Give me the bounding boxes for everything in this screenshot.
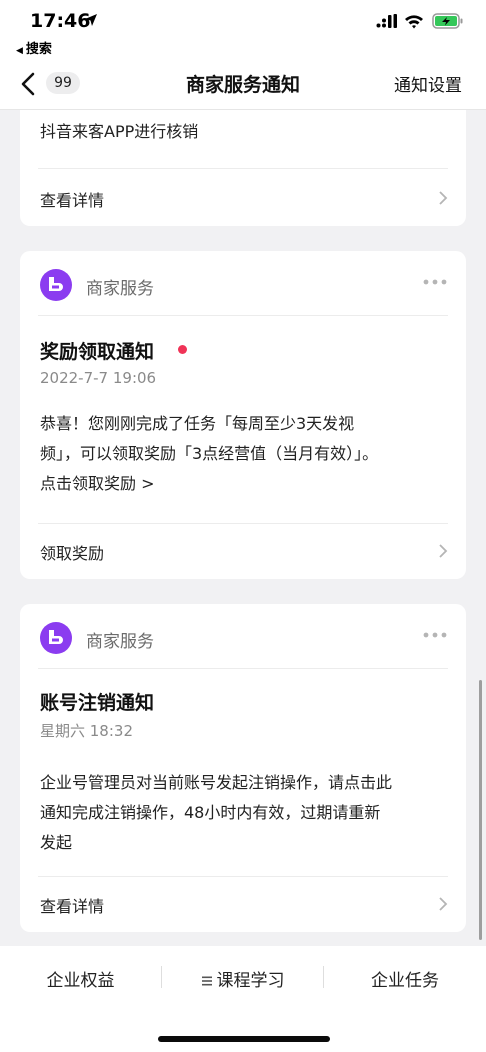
status-time: 17:46 xyxy=(30,10,91,32)
back-to-app-link[interactable]: ◀ 搜索 xyxy=(16,38,52,57)
chevron-right-icon xyxy=(439,191,448,205)
notice-title: 账号注销通知 xyxy=(40,692,155,714)
merchant-logo-icon xyxy=(49,630,63,644)
cellular-signal-icon xyxy=(376,14,397,28)
message-card[interactable]: 商家服务 账号注销通知 星期六 18:32 企业号管理员对当前账号发起注销操作，… xyxy=(20,604,466,932)
location-arrow-icon xyxy=(85,14,97,26)
claim-reward-link[interactable]: 点击领取奖励 > xyxy=(40,469,450,499)
more-options-icon[interactable] xyxy=(422,277,448,287)
tab-course-learning[interactable]: 课程学习 xyxy=(162,966,323,994)
status-bar: 17:46 ◀ 搜索 xyxy=(0,0,486,58)
sender-name: 商家服务 xyxy=(86,279,154,299)
chevron-right-icon xyxy=(439,897,448,911)
message-body: 抖音来客APP进行核销 xyxy=(40,122,199,141)
menu-lines-icon xyxy=(201,976,212,986)
merchant-logo-icon xyxy=(49,277,63,291)
more-options-icon[interactable] xyxy=(422,630,448,640)
view-details-row[interactable]: 查看详情 xyxy=(20,876,466,932)
chevron-right-icon xyxy=(439,544,448,558)
notification-settings-button[interactable]: 通知设置 xyxy=(394,71,462,96)
body-line: 恭喜！您刚刚完成了任务「每周至少3天发视 xyxy=(40,414,355,433)
battery-charging-icon xyxy=(432,13,463,29)
message-card: 抖音来客APP进行核销 查看详情 xyxy=(20,110,466,226)
view-details-row[interactable]: 查看详情 xyxy=(20,170,466,226)
message-list[interactable]: 抖音来客APP进行核销 查看详情 商家服务 奖励领取通知 2022-7-7 19… xyxy=(0,110,486,946)
divider xyxy=(38,668,448,669)
view-details-label: 查看详情 xyxy=(40,191,105,210)
notice-body: 恭喜！您刚刚完成了任务「每周至少3天发视 频」，可以领取奖励「3点经营值（当月有… xyxy=(40,409,450,499)
wifi-icon xyxy=(405,15,423,29)
back-chevron-icon[interactable] xyxy=(18,70,38,98)
scrollbar[interactable] xyxy=(479,680,482,940)
claim-reward-label: 领取奖励 xyxy=(40,544,105,563)
home-indicator xyxy=(158,1036,330,1042)
message-card[interactable]: 商家服务 奖励领取通知 2022-7-7 19:06 恭喜！您刚刚完成了任务「每… xyxy=(20,251,466,579)
notice-title: 奖励领取通知 xyxy=(40,341,155,363)
body-line: 企业号管理员对当前账号发起注销操作，请点击此 xyxy=(40,773,393,792)
body-line: 通知完成注销操作，48小时内有效，过期请重新 xyxy=(40,803,381,822)
view-details-label: 查看详情 xyxy=(40,897,105,916)
body-line: 发起 xyxy=(40,833,73,852)
notice-date: 星期六 18:32 xyxy=(40,722,133,740)
notice-date: 2022-7-7 19:06 xyxy=(40,369,157,387)
bottom-menu-bar: 企业权益 课程学习 企业任务 xyxy=(0,946,486,1052)
unread-dot xyxy=(178,345,187,354)
back-triangle-icon: ◀ xyxy=(16,46,23,56)
navigation-bar: 99 商家服务通知 通知设置 xyxy=(0,58,486,110)
sender-name: 商家服务 xyxy=(86,632,154,652)
avatar xyxy=(40,269,72,301)
body-line: 频」，可以领取奖励「3点经营值（当月有效）」。 xyxy=(40,444,379,463)
avatar xyxy=(40,622,72,654)
unread-count-badge: 99 xyxy=(46,72,80,94)
divider xyxy=(38,315,448,316)
tab-enterprise-tasks[interactable]: 企业任务 xyxy=(324,966,486,994)
tab-enterprise-benefits[interactable]: 企业权益 xyxy=(0,966,161,994)
notice-body: 企业号管理员对当前账号发起注销操作，请点击此 通知完成注销操作，48小时内有效，… xyxy=(40,768,450,858)
claim-reward-row[interactable]: 领取奖励 xyxy=(20,523,466,579)
divider xyxy=(38,168,448,169)
back-app-label: 搜索 xyxy=(25,42,52,57)
tab-label: 课程学习 xyxy=(216,971,285,991)
